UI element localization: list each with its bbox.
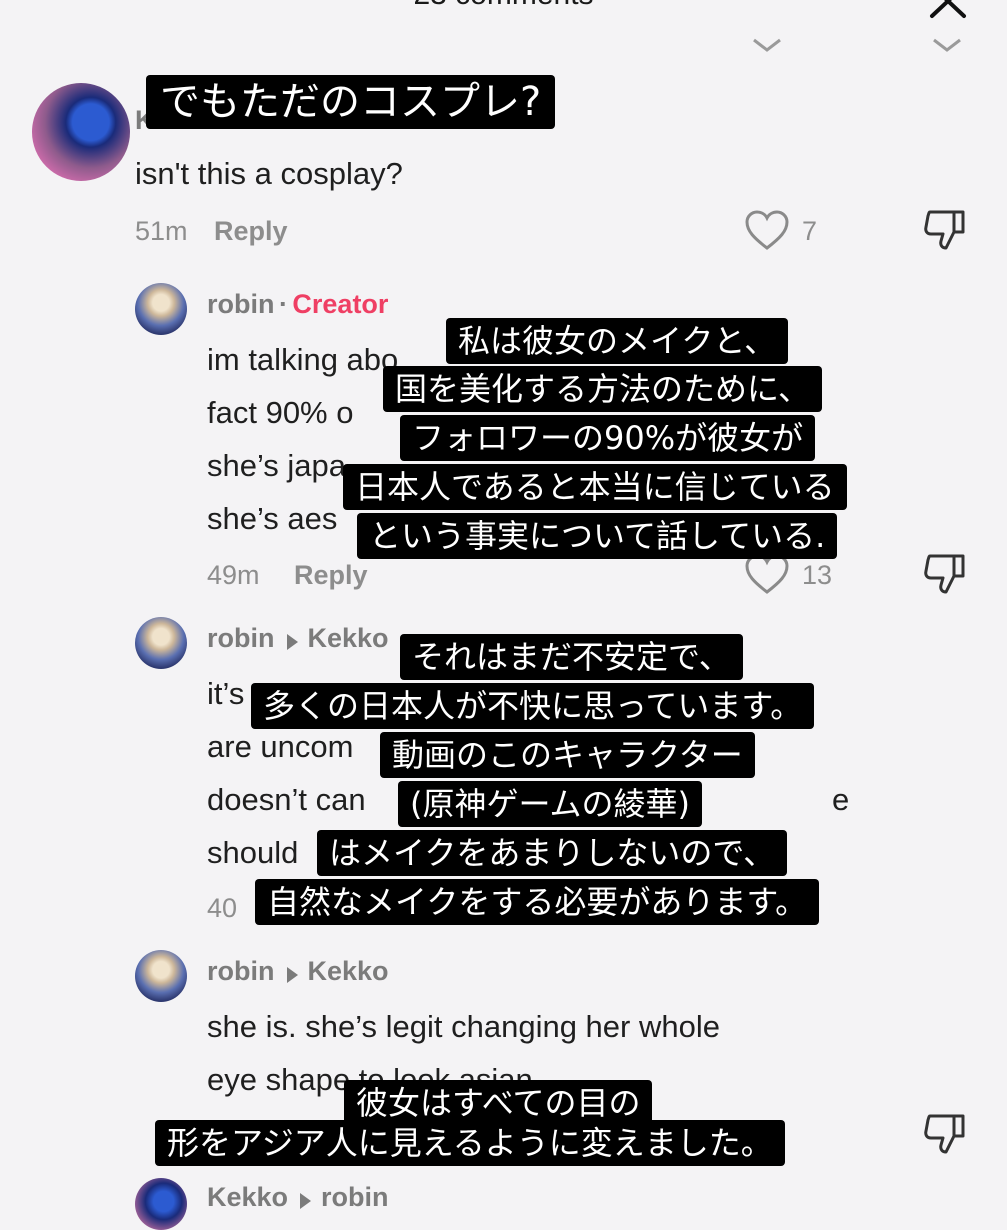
heart-icon[interactable] <box>744 554 790 601</box>
caption-overlay: 私は彼女のメイクと、 <box>446 318 789 364</box>
comment-username[interactable]: robin <box>207 956 275 986</box>
reply-arrow-icon <box>286 633 298 650</box>
caption-overlay: フォロワーの90%が彼女が <box>400 415 816 461</box>
caption-overlay: でもただのコスプレ? <box>146 75 556 129</box>
avatar[interactable] <box>135 283 187 335</box>
chevron-down-icon[interactable] <box>752 38 782 57</box>
comment-line: e <box>832 782 850 817</box>
reply-to-username[interactable]: Kekko <box>308 956 389 986</box>
comment-username[interactable]: robin <box>207 623 275 653</box>
comment-header: Kekko robin <box>207 1182 389 1213</box>
caption-overlay: それはまだ不安定で、 <box>400 634 743 680</box>
comment-time: 49m <box>207 560 260 590</box>
caption-overlay: 多くの日本人が不快に思っています。 <box>251 683 815 729</box>
comment-line: fact 90% o <box>207 395 354 430</box>
reply-arrow-icon <box>286 966 298 983</box>
creator-badge: Creator <box>292 289 389 319</box>
chevron-down-icon[interactable] <box>932 38 962 57</box>
dislike-icon[interactable] <box>922 552 968 601</box>
dislike-icon[interactable] <box>922 208 968 257</box>
caption-overlay: という事実について話している. <box>357 513 838 559</box>
caption-overlay: 動画のこのキャラクター <box>380 732 755 778</box>
comment-time: 51m <box>135 216 188 246</box>
separator-dot: · <box>278 289 288 319</box>
avatar[interactable] <box>135 1178 187 1230</box>
comment-username[interactable]: Kekko <box>207 1182 288 1212</box>
comment-line: im talking abo <box>207 342 399 377</box>
comment-line: she is. she’s legit changing her whole <box>207 1009 720 1044</box>
close-icon[interactable] <box>928 0 968 22</box>
comment-line: it’s <box>207 676 245 711</box>
comment-username[interactable]: robin <box>207 289 275 319</box>
heart-icon[interactable] <box>744 210 790 257</box>
dislike-icon[interactable] <box>922 1112 968 1161</box>
caption-overlay: 形をアジア人に見えるように変えました。 <box>155 1120 785 1166</box>
caption-overlay: (原神ゲームの綾華) <box>398 781 703 827</box>
caption-overlay: はメイクをあまりしないので、 <box>317 830 788 876</box>
avatar[interactable] <box>135 617 187 669</box>
comment-header: robin · Creator <box>207 289 388 320</box>
reply-to-username[interactable]: Kekko <box>308 623 389 653</box>
comment-line: she’s aes <box>207 501 338 536</box>
caption-overlay: 国を美化する方法のために、 <box>383 366 823 412</box>
comments-count-title: 23 comments <box>0 0 1007 12</box>
avatar[interactable] <box>32 83 130 181</box>
reply-arrow-icon <box>300 1192 312 1209</box>
comment-header: robin Kekko <box>207 623 389 654</box>
comment-line: are uncom <box>207 729 354 764</box>
like-count: 13 <box>802 560 833 590</box>
reply-to-username[interactable]: robin <box>321 1182 389 1212</box>
like-count: 7 <box>802 216 818 246</box>
comment-text: isn't this a cosplay? <box>135 156 403 191</box>
reply-button[interactable]: Reply <box>214 216 288 247</box>
reply-button[interactable]: Reply <box>294 560 368 591</box>
comment-line: should <box>207 835 299 870</box>
caption-overlay: 日本人であると本当に信じている <box>343 464 847 510</box>
caption-overlay: 自然なメイクをする必要があります。 <box>255 879 820 925</box>
comment-time: 40 <box>207 893 238 923</box>
comment-line: she’s japa <box>207 448 347 483</box>
comment-header: robin Kekko <box>207 956 389 987</box>
comment-line: doesn’t can <box>207 782 366 817</box>
avatar[interactable] <box>135 950 187 1002</box>
